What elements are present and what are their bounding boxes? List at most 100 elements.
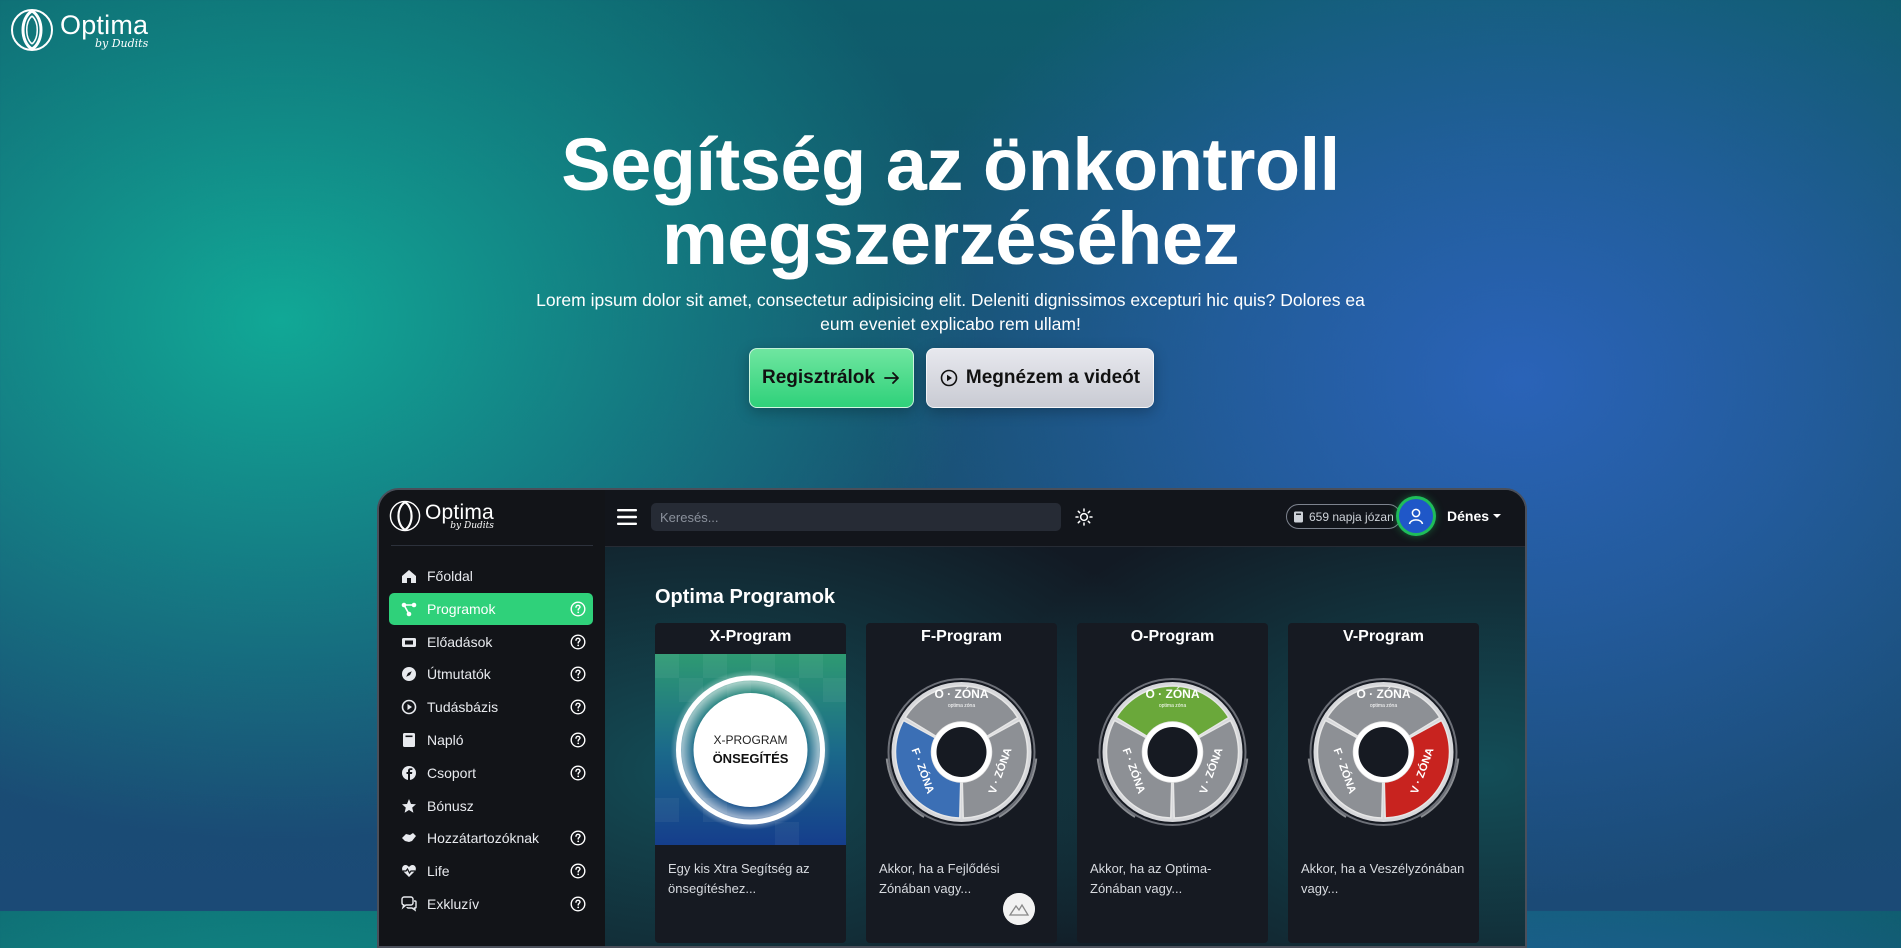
compass-icon [402,667,416,682]
help-circle-icon[interactable] [570,830,586,846]
sidebar-item-8[interactable]: Bónusz [389,790,593,822]
x-program-image-line2: ÖNSEGÍTÉS [712,751,789,766]
sober-days-text: 659 napja józan [1309,509,1394,524]
sidebar-item-6[interactable]: Napló [389,724,593,756]
sidebar-item-9[interactable]: Hozzátartozóknak [389,822,593,854]
arrow-right-icon [884,372,899,384]
user-icon [1408,508,1424,525]
facebook-icon [402,765,416,780]
program-card-o[interactable]: O-Program O · ZÓNA optima zóna V · ZÓNA F ·… [1077,623,1268,943]
sidebar-item-2[interactable]: Programok [389,592,593,625]
sun-icon[interactable] [1075,508,1093,526]
home-icon [402,570,416,583]
help-circle-icon[interactable] [570,863,586,879]
card-title: O-Program [1130,628,1215,645]
help-circle-icon[interactable] [570,732,586,748]
program-card-x[interactable]: X-Program X-PROGRAM ÖNSEGÍTÉS Egy kis Xt… [655,623,846,943]
zone-label-o-sub: optima zóna [1159,703,1186,709]
help-circle-icon[interactable] [570,666,586,682]
sidebar-item-label: Life [427,863,450,880]
heart-pulse-icon [402,865,416,878]
sidebar-nav: Főoldal Programok Előadások Útmutatók Tudásb… [389,560,593,921]
o-zone-wheel-image: O · ZÓNAoptima zónaV · ZÓNAF · ZÓNA [1077,654,1268,845]
wheel-center [1358,727,1409,777]
wheel-center [1147,727,1198,777]
avatar[interactable] [1399,499,1433,533]
user-menu[interactable]: Dénes [1447,508,1502,524]
watch-video-button-label: Megnézem a videót [965,367,1141,388]
hamburger-menu-icon[interactable] [617,507,637,527]
zone-label-o: O · ZÓNA [1357,686,1411,701]
hero-title-line2: megszerzéséhez [661,197,1240,280]
app-preview-window: Optima by Dudits Főoldal Programok Előadás… [377,488,1527,948]
card-description: Akkor, ha a Veszélyzónában vagy... [1301,861,1465,896]
play-circle-icon [940,369,958,387]
help-circle-icon[interactable] [570,699,586,715]
user-name: Dénes [1447,508,1490,524]
caret-down-icon [1493,514,1502,518]
topbar: 659 napja józan Dénes [605,490,1525,547]
sidebar-item-label: Csoport [427,764,477,781]
sidebar-item-label: Hozzátartozóknak [427,830,540,847]
watch-video-button[interactable]: Megnézem a videót [926,348,1154,408]
play-circle-icon [401,699,417,715]
zone-label-o: O · ZÓNA [1146,686,1200,701]
brand-name: Optima [60,9,149,40]
hero-title-line1: Segítség az önkontroll [561,123,1340,206]
help-circle-icon[interactable] [570,896,586,912]
hero-subtitle: Lorem ipsum dolor sit amet, consectetur … [536,290,1365,334]
help-circle-icon[interactable] [570,634,586,650]
book-icon [403,732,415,747]
book-icon [1294,511,1303,522]
sidebar-item-label: Exkluzív [427,895,480,912]
mountain-icon[interactable] [1003,893,1035,925]
x-program-image [655,654,846,845]
section-title: Optima Programok [655,586,836,608]
brand-by: by Dudits [94,36,149,50]
sidebar-item-10[interactable]: Life [389,855,593,887]
ticket-icon [402,637,416,647]
hero-title: Segítség az önkontroll megszerzéséhez [0,128,1901,276]
main-content: 659 napja józan Dénes Optima Programok X… [605,490,1525,946]
x-program-image-line1: X-PROGRAM [713,733,788,747]
card-title: V-Program [1343,628,1424,645]
comments-icon [401,896,417,912]
sidebar-item-label: Útmutatók [427,666,491,683]
star-icon [402,798,416,813]
sidebar-item-label: Bónusz [427,797,474,814]
brand-logo[interactable]: Optima by Dudits [10,8,148,52]
v-zone-wheel-image: O · ZÓNAoptima zónaV · ZÓNAF · ZÓNA [1288,654,1479,845]
sidebar-divider [391,545,593,546]
card-description: Akkor, ha az Optima-Zónában vagy... [1090,861,1212,896]
sidebar-item-label: Napló [427,731,464,748]
register-button[interactable]: Regisztrálok [749,348,914,408]
sidebar-item-3[interactable]: Előadások [389,626,593,658]
sidebar-item-label: Programok [427,600,496,617]
sidebar-item-1[interactable]: Főoldal [389,560,593,592]
handshake-icon [402,833,416,843]
search-input[interactable] [651,503,1061,531]
sidebar-item-label: Főoldal [427,568,473,584]
card-title: F-Program [921,628,1002,645]
zone-label-o-sub: optima zóna [1370,703,1397,709]
card-title: X-Program [709,628,792,645]
sober-days-badge: 659 napja józan [1286,504,1401,529]
program-card-f[interactable]: F-Program O · ZÓNA optima zóna V · ZÓNA F ·… [866,623,1057,943]
f-zone-wheel-image: O · ZÓNAoptima zónaV · ZÓNAF · ZÓNA [866,654,1057,845]
register-button-label: Regisztrálok [762,367,875,388]
card-description: Egy kis Xtra Segítség az önsegítéshez... [668,861,810,896]
sidebar-item-label: Tudásbázis [427,699,499,716]
optima-logo-icon [389,500,421,532]
sidebar-logo[interactable]: Optima by Dudits [389,500,494,532]
help-circle-icon[interactable] [570,601,586,617]
sidebar-item-5[interactable]: Tudásbázis [389,691,593,723]
sidebar-item-4[interactable]: Útmutatók [389,658,593,690]
sidebar-item-7[interactable]: Csoport [389,757,593,789]
sidebar-item-11[interactable]: Exkluzív [389,888,593,920]
program-card-v[interactable]: V-Program O · ZÓNA optima zóna V · ZÓNA F ·… [1288,623,1479,943]
wheel-center [936,727,987,777]
help-circle-icon[interactable] [570,765,586,781]
share-nodes-icon [401,602,417,617]
sidebar: Optima by Dudits Főoldal Programok Előadás… [379,490,605,946]
optima-logo-icon [11,9,53,51]
